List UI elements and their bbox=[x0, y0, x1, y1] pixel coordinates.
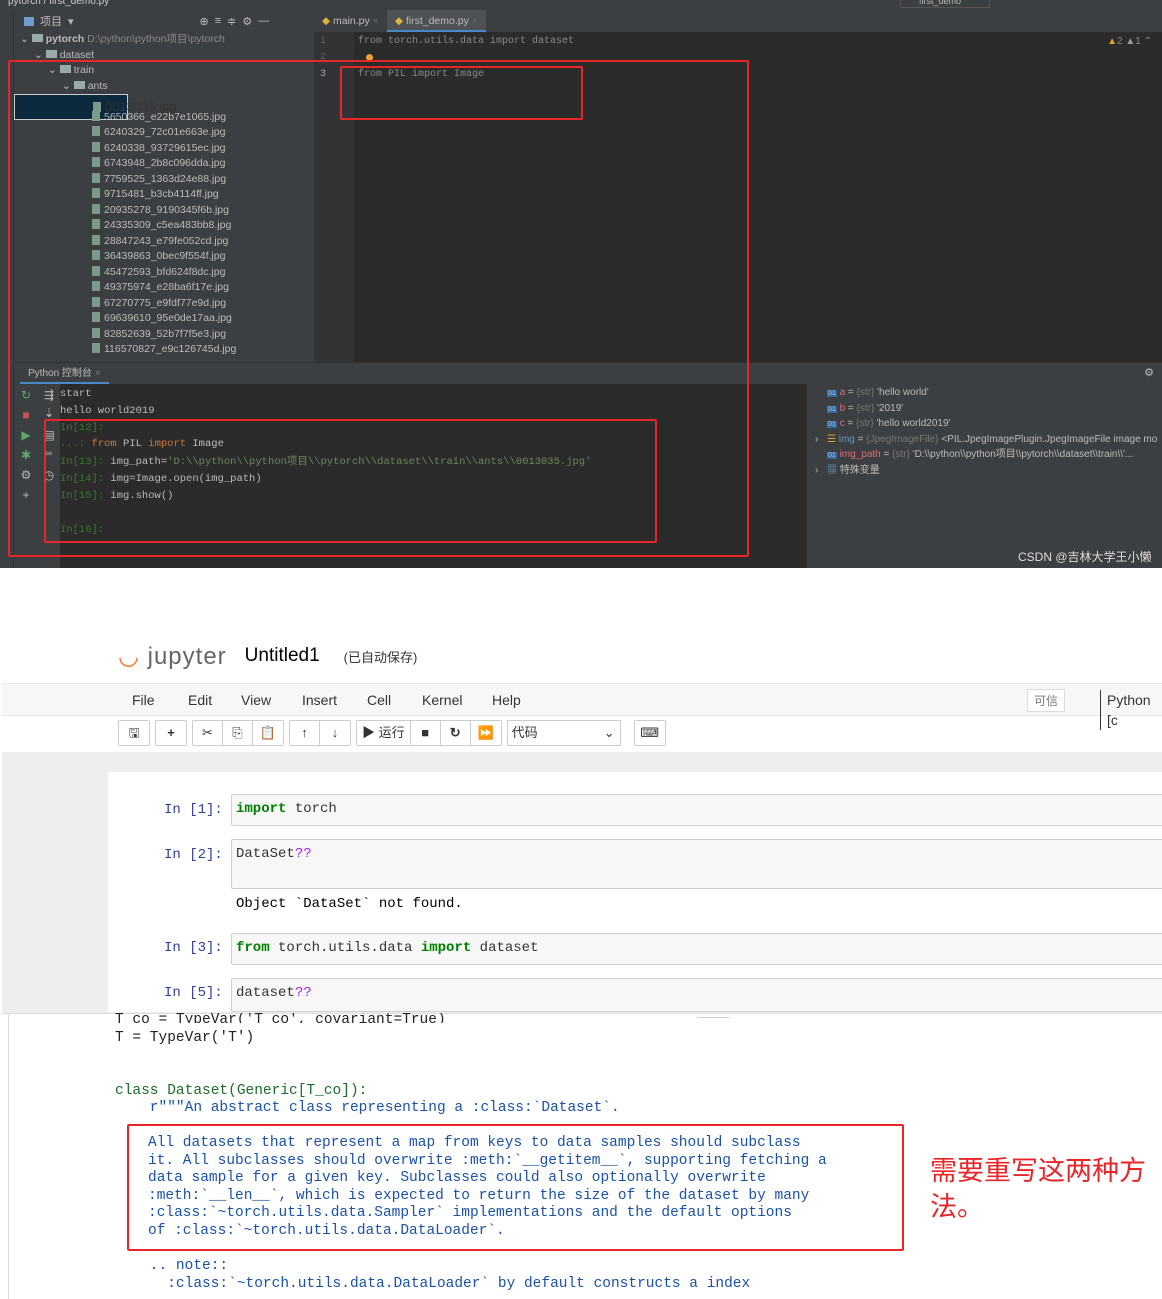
menu-kernel[interactable]: Kernel bbox=[422, 684, 462, 717]
variable-row[interactable]: › ☰ img = {JpegImageFile} <PIL.JpegImageP… bbox=[815, 432, 1157, 448]
notebook-name[interactable]: Untitled1 bbox=[245, 645, 320, 667]
chevron-down-icon[interactable]: ▾ bbox=[68, 15, 74, 28]
move-up-icon[interactable]: ↑ bbox=[290, 721, 320, 745]
close-icon[interactable]: × bbox=[373, 15, 379, 27]
move-down-icon[interactable]: ↓ bbox=[320, 721, 350, 745]
code-cell[interactable]: import torch bbox=[231, 794, 1162, 826]
gear-icon[interactable]: ⚙ bbox=[242, 15, 252, 28]
tree-root[interactable]: ⌄ pytorch D:\python\python项目\pytorch bbox=[14, 32, 312, 48]
variable-icon: 01 bbox=[827, 390, 837, 397]
save-status: (已自动保存) bbox=[343, 649, 418, 665]
pycharm-window: pytorch / first_demo.py 项目 ▾ ⊕ ≡ ≑ ⚙ — ⌄… bbox=[0, 0, 1162, 568]
warning-icon: ▲ bbox=[1107, 36, 1118, 47]
tab-first-demo-py[interactable]: ◆ first_demo.py × bbox=[386, 10, 486, 32]
object-icon: ☰ bbox=[827, 433, 836, 445]
run-all-icon[interactable]: ⏩ bbox=[470, 721, 501, 745]
tab-main-py[interactable]: ◆ main.py × bbox=[314, 10, 387, 32]
inspection-widget[interactable]: ▲2 ▲1 ⌃ bbox=[1107, 36, 1152, 47]
menu-help[interactable]: Help bbox=[492, 684, 521, 717]
pager-resize-handle[interactable] bbox=[697, 1017, 729, 1018]
watermark: CSDN @吉林大学王小懒 bbox=[1018, 550, 1152, 564]
pager-line: r"""An abstract class representing a :cl… bbox=[115, 1100, 620, 1116]
cell-prompt: In [5]: bbox=[164, 985, 223, 1001]
cell-prompt: In [1]: bbox=[164, 802, 223, 818]
cell-output: Object `DataSet` not found. bbox=[236, 896, 463, 912]
python-file-icon: ◆ bbox=[322, 15, 331, 27]
keyboard-icon[interactable]: ⌨ bbox=[634, 721, 665, 745]
highlight-box bbox=[127, 1124, 904, 1251]
project-view-selector[interactable]: 项目 bbox=[40, 13, 62, 29]
highlight-box bbox=[340, 66, 583, 120]
menu-cell[interactable]: Cell bbox=[367, 684, 391, 717]
weak-warning-icon: ▲ bbox=[1125, 36, 1136, 47]
pager-line: T = TypeVar('T') bbox=[115, 1030, 255, 1046]
notebook-container: In [1]: import torch In [2]: DataSet?? O… bbox=[108, 772, 1162, 1012]
hide-icon[interactable]: — bbox=[258, 15, 269, 27]
cell-type-select[interactable]: 代码 ⌄ bbox=[506, 720, 621, 746]
restart-icon[interactable]: ↻ bbox=[440, 721, 471, 745]
variable-row[interactable]: 01 c = {str} 'hello world2019' bbox=[827, 416, 950, 432]
expand-all-icon[interactable]: ≡ bbox=[215, 15, 221, 27]
special-vars-icon: ▦ bbox=[827, 464, 837, 476]
variable-row[interactable]: › ▦ 特殊变量 bbox=[815, 463, 880, 479]
copy-icon[interactable]: ⎘ bbox=[223, 721, 253, 745]
trusted-badge[interactable]: 可信 bbox=[1027, 689, 1066, 712]
variable-icon: 01 bbox=[827, 421, 837, 428]
jupyter-header: ◡ jupyter Untitled1 (已自动保存) bbox=[118, 640, 417, 672]
project-icon bbox=[24, 16, 34, 26]
variables-panel: 01 a = {str} 'hello world' 01 b = {str} '… bbox=[806, 384, 1162, 568]
close-icon[interactable]: × bbox=[472, 15, 478, 27]
menu-edit[interactable]: Edit bbox=[188, 684, 212, 717]
run-button[interactable]: ▶ 运行 bbox=[357, 721, 411, 745]
gear-icon[interactable]: ⚙ bbox=[1144, 366, 1154, 379]
pager-line: .. note:: bbox=[115, 1258, 229, 1274]
collapse-all-icon[interactable]: ≑ bbox=[227, 15, 236, 28]
variable-row[interactable]: 01 img_path = {str} 'D:\\python\\python项… bbox=[827, 447, 1133, 463]
menu-view[interactable]: View bbox=[241, 684, 271, 717]
editor-tabs: ◆ main.py × ◆ first_demo.py × bbox=[314, 10, 1162, 32]
cell-prompt: In [3]: bbox=[164, 940, 223, 956]
locate-icon[interactable]: ⊕ bbox=[200, 15, 209, 28]
code-line: from torch.utils.data import dataset bbox=[358, 36, 575, 47]
menu-insert[interactable]: Insert bbox=[302, 684, 337, 717]
python-file-icon: ◆ bbox=[394, 15, 403, 27]
insert-cell-button[interactable]: + bbox=[156, 721, 186, 745]
pager-line: :class:`~torch.utils.data.DataLoader` by… bbox=[115, 1276, 751, 1292]
menu-bar: 可信 Python [c File Edit View Insert Cell Kerne… bbox=[2, 683, 1162, 730]
project-toolbar: 项目 ▾ ⊕ ≡ ≑ ⚙ — bbox=[14, 10, 314, 32]
save-icon[interactable]: 🖫 bbox=[119, 721, 149, 745]
annotation-text: 需要重写这两种方法。 bbox=[930, 1156, 1146, 1222]
paste-icon[interactable]: 📋 bbox=[253, 721, 283, 745]
toolbar: 🖫 + ✂ ⎘ 📋 ↑ ↓ ▶ 运行 ■ ↻ ⏩ 代码 ⌄ ⌨ bbox=[118, 720, 666, 748]
pager-line: class Dataset(Generic[T_co]): bbox=[115, 1083, 368, 1099]
code-cell[interactable]: DataSet?? bbox=[231, 839, 1162, 889]
menu-file[interactable]: File bbox=[132, 684, 155, 717]
jupyter-logo[interactable]: ◡ jupyter bbox=[118, 642, 227, 671]
run-config-selector[interactable]: first_demo bbox=[900, 0, 990, 8]
kernel-indicator: Python [c bbox=[1100, 690, 1162, 730]
code-cell[interactable]: dataset?? bbox=[231, 978, 1162, 1012]
pager-line: T_co = TypeVar('T_co', covariant=True) bbox=[115, 1013, 446, 1023]
expand-icon[interactable]: › bbox=[815, 432, 818, 448]
cell-prompt: In [2]: bbox=[164, 847, 223, 863]
variable-row[interactable]: 01 a = {str} 'hello world' bbox=[827, 385, 929, 401]
variable-icon: 01 bbox=[827, 405, 837, 413]
variable-row[interactable]: 01 b = {str} '2019' bbox=[827, 401, 903, 417]
variable-icon: 01 bbox=[827, 452, 837, 459]
code-cell[interactable]: from torch.utils.data import dataset bbox=[231, 933, 1162, 965]
cut-icon[interactable]: ✂ bbox=[193, 721, 223, 745]
line-number: 1 bbox=[320, 36, 327, 47]
expand-icon[interactable]: › bbox=[815, 463, 818, 479]
highlight-box bbox=[44, 419, 657, 543]
interrupt-icon[interactable]: ■ bbox=[410, 721, 441, 745]
